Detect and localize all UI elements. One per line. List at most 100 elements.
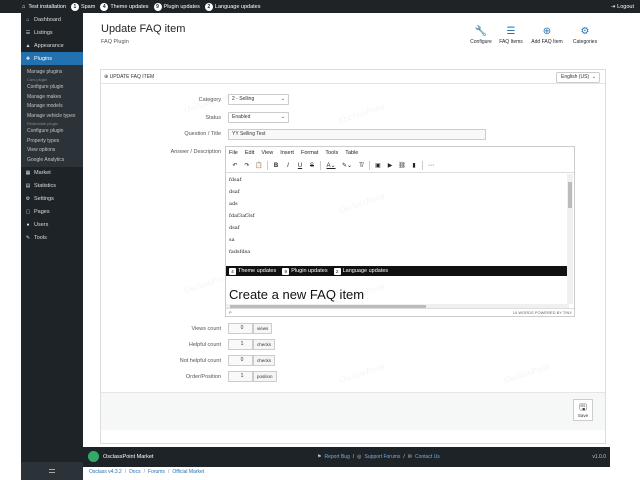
save-button[interactable]: 🖫 Save	[573, 399, 593, 421]
logout-link[interactable]: ⇥ Logout	[611, 0, 634, 13]
paste-icon[interactable]: 📋	[253, 162, 265, 169]
sidebar-item-settings[interactable]: ⚙ Settings	[21, 193, 83, 206]
order-unit: position	[253, 371, 277, 382]
highlight-color-icon[interactable]: ✎⌄	[339, 162, 355, 169]
submenu-configure-plugin[interactable]: Configure plugin	[21, 83, 83, 93]
sidebar-item-market[interactable]: ▦ Market	[21, 167, 83, 180]
status-label: Status	[205, 115, 221, 121]
site-link[interactable]: ⌂ Test installation	[22, 4, 66, 10]
menu-file[interactable]: File	[229, 150, 238, 156]
not-helpful-count-input[interactable]: 0	[228, 355, 253, 366]
footer-brand[interactable]: OsclassPoint Market	[103, 454, 153, 460]
submenu-property-types[interactable]: Property types	[21, 136, 83, 146]
category-select[interactable]: 2 - Selling ⌄	[228, 94, 289, 105]
bookmark-icon[interactable]: ▮	[408, 162, 420, 169]
more-icon[interactable]: ⋯	[425, 162, 437, 169]
sidebar-item-users[interactable]: ● Users	[21, 219, 83, 232]
strikethrough-icon[interactable]: S	[306, 163, 318, 169]
plugin-updates-link[interactable]: 9 Plugin updates	[153, 2, 200, 11]
form-actions: 🖫 Save	[101, 392, 605, 430]
menu-table[interactable]: Table	[345, 150, 358, 156]
sidebar-item-statistics[interactable]: ▤ Statistics	[21, 180, 83, 193]
text-color-icon[interactable]: A⌄	[323, 162, 339, 169]
sidebar-item-pages[interactable]: ▢ Pages	[21, 206, 83, 219]
language-select[interactable]: English (US) ⌄	[556, 72, 600, 83]
submenu-manage-makes[interactable]: Manage makes	[21, 92, 83, 102]
content-line: sa	[229, 237, 235, 243]
collapse-menu-button[interactable]	[21, 462, 83, 480]
sidebar-item-label: Market	[34, 170, 51, 176]
menu-format[interactable]: Format	[301, 150, 318, 156]
toolbar-divider	[369, 161, 370, 170]
editor-toolbar: ↶ ↷ 📋 B I U S A⌄ ✎⌄ T̸ ▣ ▶ ⛓ ▮ ⋯	[226, 159, 574, 173]
sidebar-item-tools[interactable]: ✎ Tools	[21, 232, 83, 245]
envelope-icon: ✉	[407, 454, 412, 460]
undo-icon[interactable]: ↶	[229, 162, 241, 169]
sidebar-item-dashboard[interactable]: ⌂ Dashboard	[21, 13, 83, 26]
count-badge: 9	[153, 2, 162, 11]
views-count-input[interactable]: 0	[228, 323, 253, 334]
helpful-count-label: Helpful count	[188, 342, 221, 348]
menu-insert[interactable]: Insert	[280, 150, 294, 156]
image-icon[interactable]: ▣	[372, 162, 384, 169]
osclass-version-link[interactable]: Osclass v4.3.2	[89, 469, 122, 475]
menu-tools[interactable]: Tools	[325, 150, 338, 156]
question-input[interactable]: YY Selling Test	[228, 129, 486, 140]
add-faq-item-button[interactable]: ⊕ Add FAQ Item	[527, 25, 567, 45]
question-label: Question / Title	[184, 131, 221, 137]
categories-button[interactable]: ⚙ Categories	[565, 25, 605, 45]
editor-vertical-scrollbar[interactable]	[567, 174, 573, 304]
element-path[interactable]: P	[229, 310, 232, 315]
submenu-view-options[interactable]: View options	[21, 146, 83, 156]
scroll-thumb[interactable]	[568, 182, 572, 208]
clear-formatting-icon[interactable]: T̸	[355, 163, 367, 169]
tools-icon: ✎	[25, 235, 31, 241]
sidebar-item-appearance[interactable]: ▲ Appearance	[21, 39, 83, 52]
embedded-admin-bar: 4 Theme updates 9 Plugin updates 2 Language…	[226, 266, 569, 276]
link-icon[interactable]: ⛓	[396, 162, 408, 169]
sidebar-item-plugins[interactable]: ✚ Plugins	[21, 52, 83, 65]
sidebar-item-label: Plugins	[34, 55, 53, 62]
hamburger-icon	[49, 469, 55, 473]
editor-content[interactable]: fdsaf dsaf ads fdaf3af3sf dsaf sa fadsfd…	[226, 174, 569, 304]
submenu-manage-models[interactable]: Manage models	[21, 102, 83, 112]
sidebar-item-label: Users	[34, 222, 49, 228]
language-updates-link[interactable]: 2 Language updates	[204, 2, 261, 11]
menu-edit[interactable]: Edit	[245, 150, 254, 156]
sidebar-item-label: Appearance	[34, 42, 64, 49]
appearance-icon: ▲	[25, 42, 31, 49]
embedded-label: Language updates	[342, 268, 389, 274]
sidebar-item-listings[interactable]: ☰ Listings	[21, 26, 83, 39]
support-forums-link[interactable]: Support Forums	[365, 454, 401, 460]
report-bug-link[interactable]: Report Bug	[324, 454, 349, 460]
submenu-manage-vehicle-types[interactable]: Manage vehicle types	[21, 111, 83, 121]
contact-us-link[interactable]: Contact Us	[415, 454, 440, 460]
submenu-configure-plugin[interactable]: Configure plugin	[21, 127, 83, 137]
bold-icon[interactable]: B	[270, 163, 282, 169]
market-icon: ▦	[25, 170, 31, 176]
official-market-link[interactable]: Official Market	[172, 469, 204, 475]
spam-link[interactable]: 1 Spam	[70, 2, 95, 11]
theme-updates-link[interactable]: 4 Theme updates	[100, 2, 149, 11]
forums-link[interactable]: Forums	[148, 469, 165, 475]
order-position-input[interactable]: 1	[228, 371, 253, 382]
menu-view[interactable]: View	[261, 150, 273, 156]
cogs-icon: ⚙	[580, 26, 590, 37]
content-line: fadsfdsa	[229, 249, 251, 255]
not-helpful-count-label: Not helpful count	[179, 358, 221, 364]
plugins-submenu: Manage plugins Cars plugin Configure plu…	[21, 65, 83, 167]
content-line: fdsaf	[229, 177, 242, 183]
media-icon[interactable]: ▶	[384, 162, 396, 169]
underline-icon[interactable]: U	[294, 163, 306, 169]
statistics-icon: ▤	[25, 183, 31, 189]
faq-items-button[interactable]: ☰ FAQ Items	[491, 25, 531, 45]
status-select[interactable]: Enabled ⌄	[228, 112, 289, 123]
helpful-count-input[interactable]: 1	[228, 339, 253, 350]
chevron-down-icon: ⌄	[591, 74, 596, 80]
submenu-manage-plugins[interactable]: Manage plugins	[21, 67, 83, 77]
italic-icon[interactable]: I	[282, 163, 294, 169]
docs-link[interactable]: Docs	[129, 469, 140, 475]
submenu-google-analytics[interactable]: Google Analytics	[21, 155, 83, 165]
site-name: Test installation	[28, 3, 66, 10]
redo-icon[interactable]: ↷	[241, 162, 253, 169]
